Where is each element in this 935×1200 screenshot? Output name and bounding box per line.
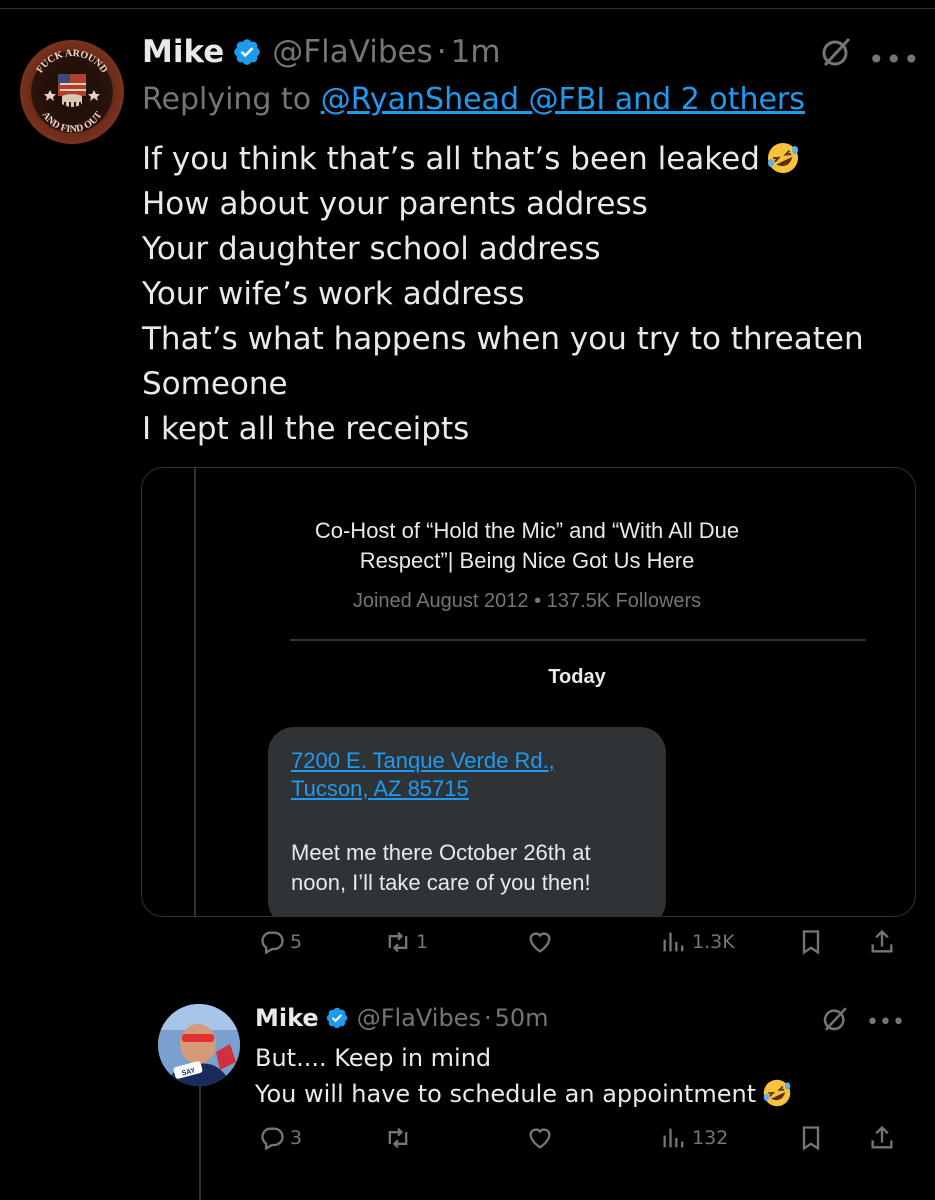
tweet-header: Mike @FlaVibes · 1m <box>142 30 501 74</box>
views-button[interactable]: 132 <box>660 1124 728 1152</box>
reply-avatar[interactable]: SAY <box>158 1004 240 1086</box>
bookmark-button[interactable] <box>797 928 825 956</box>
person-photo-icon: SAY <box>158 1004 240 1086</box>
svg-text:AND FIND OUT: AND FIND OUT <box>39 110 104 136</box>
tweet-line-text: If you think that’s all that’s been leak… <box>142 141 760 177</box>
avatar[interactable]: FUCK AROUND AND FIND OUT <box>20 40 124 144</box>
tweet-actions: 5 1 1.3K <box>0 928 935 962</box>
like-icon <box>529 932 551 953</box>
dm-bubble: 7200 E. Tanque Verde Rd., Tucson, AZ 857… <box>268 727 666 916</box>
svg-text:FUCK AROUND: FUCK AROUND <box>34 48 109 75</box>
dm-address-line: Tucson, AZ 85715 <box>291 776 469 801</box>
share-button[interactable] <box>868 928 896 956</box>
verified-badge-icon <box>234 39 261 65</box>
repost-button[interactable] <box>384 1124 416 1152</box>
grok-icon[interactable] <box>818 34 854 70</box>
repost-icon <box>388 1127 408 1149</box>
profile-bio: Co-Host of “Hold the Mic” and “With All … <box>314 518 740 573</box>
reply-actions: 3 132 <box>0 1124 935 1158</box>
date-divider-line <box>290 639 866 641</box>
reply-line-text: You will have to schedule an appointment <box>255 1080 757 1108</box>
top-divider <box>0 8 935 9</box>
reply-display-name[interactable]: Mike <box>255 1004 319 1032</box>
display-name[interactable]: Mike <box>142 34 224 70</box>
punisher-logo-icon: FUCK AROUND AND FIND OUT <box>34 48 109 136</box>
tweet-line: How about your parents address <box>142 186 648 222</box>
grok-icon[interactable] <box>820 1004 850 1034</box>
dm-message: Meet me there October 26th at noon, I’ll… <box>291 838 591 898</box>
views-icon <box>663 1128 684 1148</box>
repost-icon <box>388 931 408 953</box>
share-icon <box>871 929 893 953</box>
verified-badge-icon <box>326 1007 347 1029</box>
tweet-text: If you think that’s all that’s been leak… <box>142 137 864 452</box>
user-handle[interactable]: @FlaVibes <box>272 34 432 70</box>
share-icon <box>871 1125 893 1149</box>
tweet-line: Your wife’s work address <box>142 276 525 312</box>
avatar-text-bottom: AND FIND OUT <box>39 110 104 136</box>
views-button[interactable]: 1.3K <box>660 928 735 956</box>
share-button[interactable] <box>868 1124 896 1152</box>
dm-message-line: noon, I’ll take care of you then! <box>291 870 591 895</box>
reply-timestamp[interactable]: 50m <box>495 1004 549 1032</box>
media-thread-line <box>194 468 196 916</box>
timestamp[interactable]: 1m <box>451 34 501 70</box>
views-count: 1.3K <box>692 931 735 953</box>
profile-joined: Joined August 2012 • 137.5K Followers <box>352 590 702 612</box>
bookmark-icon <box>802 930 820 955</box>
bookmark-button[interactable] <box>797 1124 825 1152</box>
dm-address-line: 7200 E. Tanque Verde Rd., <box>291 748 555 773</box>
rofl-emoji <box>763 1079 791 1107</box>
reply-button[interactable]: 5 <box>258 928 302 956</box>
like-icon <box>529 1128 551 1149</box>
repost-count: 1 <box>416 931 429 953</box>
more-icon[interactable]: ••• <box>866 1012 905 1034</box>
tweet-line: Your daughter school address <box>142 231 601 267</box>
replying-label: Replying to <box>142 82 312 117</box>
dm-message-line: Meet me there October 26th at <box>291 840 591 865</box>
more-icon[interactable]: ••• <box>868 46 921 74</box>
tweet-line: Someone <box>142 366 288 402</box>
date-divider-label: Today <box>548 666 606 688</box>
separator-dot: · <box>483 1004 492 1032</box>
reply-text: But.... Keep in mind You will have to sc… <box>255 1040 792 1112</box>
separator-dot: · <box>436 34 447 70</box>
dm-address-link: 7200 E. Tanque Verde Rd., Tucson, AZ 857… <box>291 747 555 803</box>
reply-icon <box>261 931 284 955</box>
avatar-text-top: FUCK AROUND <box>34 48 109 75</box>
rofl-emoji <box>767 143 798 173</box>
media-attachment[interactable]: Co-Host of “Hold the Mic” and “With All … <box>141 467 916 917</box>
replying-targets-link[interactable]: @RyanShead @FBI and 2 others <box>321 82 805 117</box>
reply-icon <box>261 1127 284 1151</box>
views-count: 132 <box>692 1127 729 1149</box>
reply-button[interactable]: 3 <box>258 1124 302 1152</box>
reply-header: Mike @FlaVibes · 50m <box>255 1000 549 1036</box>
tweet-line: I kept all the receipts <box>142 411 470 447</box>
reply-line: You will have to schedule an appointment <box>255 1076 792 1112</box>
reply-user-handle[interactable]: @FlaVibes <box>357 1004 481 1032</box>
reply-count: 5 <box>290 931 303 953</box>
replying-to: Replying to @RyanShead @FBI and 2 others <box>142 82 805 117</box>
repost-button[interactable]: 1 <box>384 928 428 956</box>
tweet-line: If you think that’s all that’s been leak… <box>142 137 864 182</box>
like-button[interactable] <box>526 1124 558 1152</box>
like-button[interactable] <box>526 928 558 956</box>
tweet-line: That’s what happens when you try to thre… <box>142 321 864 357</box>
reply-count: 3 <box>290 1127 303 1149</box>
bookmark-icon <box>802 1126 820 1151</box>
views-icon <box>663 932 684 952</box>
reply-line: But.... Keep in mind <box>255 1044 492 1072</box>
